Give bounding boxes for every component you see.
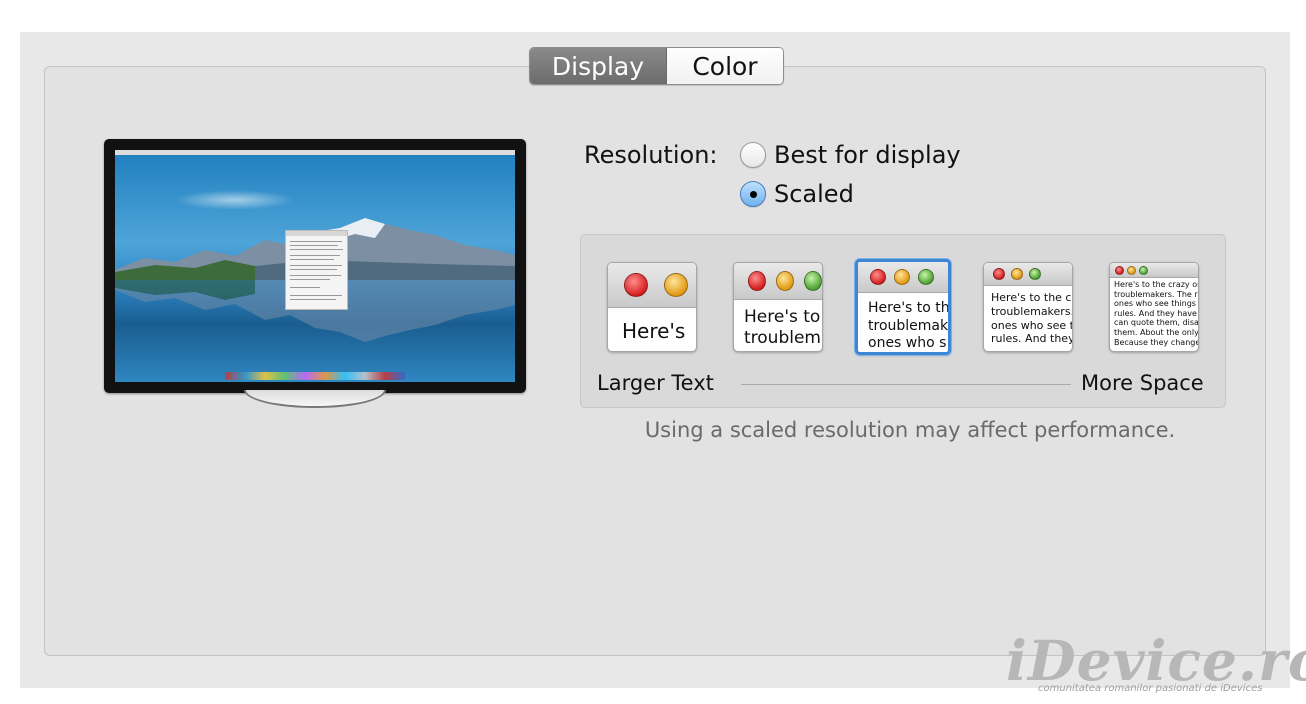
close-dot-icon — [993, 268, 1005, 280]
sample-text: Here's to the crazy ones troublemakers. … — [1114, 280, 1199, 347]
sample-text: Here's to the cr troublemakers. ones who… — [991, 291, 1073, 346]
window-titlebar — [734, 263, 822, 300]
radio-label-scaled: Scaled — [774, 180, 854, 208]
resolution-label: Resolution: — [584, 141, 718, 169]
clouds — [175, 190, 295, 210]
close-dot-icon — [624, 273, 648, 297]
sample-text: Here's — [622, 319, 686, 343]
scale-option-3[interactable]: Here's to th troublemak ones who s — [855, 259, 951, 355]
window-titlebar — [608, 263, 696, 308]
minimize-dot-icon — [894, 269, 910, 285]
text-document-window — [285, 230, 348, 310]
radio-label-best-for-display: Best for display — [774, 141, 961, 169]
minimize-dot-icon — [664, 273, 688, 297]
larger-text-label: Larger Text — [597, 371, 714, 395]
close-dot-icon — [870, 269, 886, 285]
scale-slider-track — [741, 384, 1071, 385]
zoom-dot-icon — [804, 271, 822, 291]
scale-option-4[interactable]: Here's to the cr troublemakers. ones who… — [983, 262, 1073, 352]
radio-best-for-display[interactable]: Best for display — [740, 141, 961, 169]
tab-color[interactable]: Color — [666, 48, 783, 84]
desktop-wallpaper — [115, 150, 515, 382]
zoom-dot-icon — [1029, 268, 1041, 280]
minimize-dot-icon — [1127, 265, 1136, 275]
sample-text: Here's to troublem — [744, 307, 821, 349]
tab-bar: Display Color — [529, 47, 784, 85]
zoom-dot-icon — [1139, 265, 1148, 275]
radio-scaled[interactable]: Scaled — [740, 180, 854, 208]
watermark-tagline: comunitatea romanilor pasionati de iDevi… — [1038, 683, 1263, 694]
minimize-dot-icon — [1011, 268, 1023, 280]
tab-display[interactable]: Display — [530, 48, 667, 84]
menu-bar — [115, 150, 515, 155]
minimize-dot-icon — [776, 271, 794, 291]
sample-text: Here's to th troublemak ones who s — [868, 300, 950, 351]
performance-note: Using a scaled resolution may affect per… — [644, 418, 1176, 442]
radio-button-checked[interactable] — [740, 181, 766, 207]
scale-option-1[interactable]: Here's — [607, 262, 697, 352]
more-space-label: More Space — [1081, 371, 1204, 395]
close-dot-icon — [1115, 265, 1124, 275]
scale-option-2[interactable]: Here's to troublem — [733, 262, 823, 352]
window-titlebar — [858, 262, 948, 293]
dock — [225, 372, 405, 380]
window-titlebar — [1110, 263, 1198, 278]
window-titlebar — [984, 263, 1072, 286]
radio-button-unchecked[interactable] — [740, 142, 766, 168]
display-preview-image — [104, 139, 526, 393]
scale-option-5[interactable]: Here's to the crazy ones troublemakers. … — [1109, 262, 1199, 352]
close-dot-icon — [748, 271, 766, 291]
zoom-dot-icon — [918, 269, 934, 285]
